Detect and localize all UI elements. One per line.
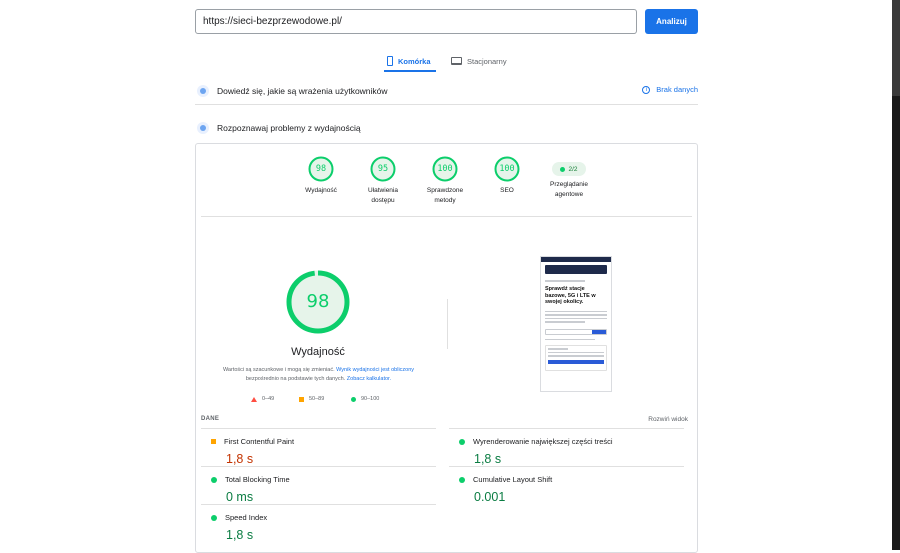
lab-data-section[interactable]: Rozpoznawaj problemy z wydajnością bbox=[195, 114, 698, 142]
page-screenshot-thumbnail: Sprawdź stacje bazowe, 5G i LTE w swojej… bbox=[540, 256, 612, 392]
diagnose-icon bbox=[197, 122, 209, 134]
gauge-score: 95 bbox=[377, 164, 389, 174]
pass-circle-icon bbox=[459, 438, 465, 445]
gauge-label: Sprawdzone metody bbox=[426, 187, 464, 204]
device-tabs: Komórka Stacjonarny bbox=[0, 50, 892, 72]
agentic-value: 2/2 bbox=[568, 165, 578, 173]
pass-circle-icon bbox=[211, 514, 217, 521]
gauge-label: Wydajność bbox=[305, 187, 337, 194]
pass-circle-icon bbox=[351, 396, 356, 402]
thumbnail-heading: Sprawdź stacje bazowe, 5G i LTE w swojej… bbox=[545, 286, 596, 305]
metric-tbt: Total Blocking Time 0 ms bbox=[201, 466, 436, 504]
agentic-pill: 2/2 bbox=[552, 162, 586, 176]
performance-label: Wydajność bbox=[291, 346, 345, 358]
url-input[interactable] bbox=[195, 9, 637, 34]
metric-value: 0.001 bbox=[474, 490, 506, 504]
gauge-label: SEO bbox=[500, 187, 514, 194]
gauge-performance[interactable]: 98 Wydajność bbox=[291, 156, 351, 196]
metric-cls: Cumulative Layout Shift 0.001 bbox=[449, 466, 684, 504]
field-data-title: Dowiedź się, jakie są wrażenia użytkowni… bbox=[217, 85, 388, 96]
no-data-label: Brak danych bbox=[656, 85, 698, 94]
metric-label: Total Blocking Time bbox=[225, 475, 290, 484]
active-tab-indicator bbox=[384, 70, 436, 72]
metric-value: 1,8 s bbox=[226, 452, 254, 466]
url-form: Analizuj bbox=[195, 9, 698, 34]
pass-circle-icon bbox=[459, 476, 465, 483]
tab-mobile[interactable]: Komórka bbox=[387, 50, 431, 72]
legend-average: 50–89 bbox=[299, 396, 324, 402]
category-gauges: 98 Wydajność 95 Ułatwienia dostępu 100 Sp… bbox=[291, 156, 601, 216]
metric-label: First Contentful Paint bbox=[224, 437, 295, 446]
gauge-best-practices[interactable]: 100 Sprawdzone metody bbox=[415, 156, 475, 206]
info-icon: i bbox=[642, 85, 651, 94]
pass-dot-icon bbox=[560, 166, 566, 172]
tab-desktop[interactable]: Stacjonarny bbox=[451, 50, 507, 72]
tab-desktop-label: Stacjonarny bbox=[467, 56, 507, 66]
metric-si: Speed Index 1,8 s bbox=[201, 504, 436, 542]
tab-mobile-label: Komórka bbox=[398, 56, 431, 66]
metric-fcp: First Contentful Paint 1,8 s bbox=[201, 428, 436, 466]
metric-label: Cumulative Layout Shift bbox=[473, 475, 553, 484]
performance-score: 98 bbox=[306, 291, 330, 312]
score-disclaimer: Wartości są szacunkowe i mogą się zmieni… bbox=[222, 367, 415, 382]
field-data-section[interactable]: Dowiedź się, jakie są wrażenia użytkowni… bbox=[195, 77, 698, 105]
smartphone-icon bbox=[387, 56, 393, 66]
no-data-link[interactable]: i Brak danych bbox=[642, 85, 698, 94]
metrics-heading: DANE bbox=[201, 416, 220, 422]
legend-pass: 90–100 bbox=[351, 396, 379, 402]
page-scrollbar[interactable] bbox=[892, 0, 900, 550]
expand-view-toggle[interactable]: Rozwiń widok bbox=[648, 416, 688, 423]
metric-value: 0 ms bbox=[226, 490, 254, 504]
analyze-button[interactable]: Analizuj bbox=[645, 9, 698, 34]
calculator-link[interactable]: Zobacz kalkulator. bbox=[347, 376, 391, 382]
average-square-icon bbox=[299, 396, 304, 402]
average-square-icon bbox=[211, 439, 216, 444]
gauge-seo[interactable]: 100 SEO bbox=[477, 156, 537, 196]
metric-value: 1,8 s bbox=[474, 452, 502, 466]
laptop-icon bbox=[451, 57, 462, 65]
gauge-agentic-browsing[interactable]: 2/2 Przeglądanie agentowe bbox=[539, 156, 599, 200]
pass-circle-icon bbox=[211, 476, 217, 483]
gauge-accessibility[interactable]: 95 Ułatwienia dostępu bbox=[353, 156, 413, 206]
performance-gauge: 98 bbox=[285, 269, 351, 335]
metric-label: Speed Index bbox=[225, 513, 268, 522]
lab-data-title: Rozpoznawaj problemy z wydajnością bbox=[217, 123, 361, 133]
vertical-divider bbox=[447, 299, 448, 349]
score-calculation-link[interactable]: Wynik wydajności jest obliczony bbox=[336, 367, 414, 373]
gauge-score: 100 bbox=[499, 164, 515, 174]
gauge-ring: 100 bbox=[494, 156, 520, 182]
users-icon bbox=[197, 84, 209, 97]
metric-label: Wyrenderowanie największej części treści bbox=[473, 437, 613, 446]
metric-lcp: Wyrenderowanie największej części treści… bbox=[449, 428, 684, 466]
gauge-ring: 98 bbox=[308, 156, 334, 182]
metric-value: 1,8 s bbox=[226, 528, 254, 542]
gauge-ring: 95 bbox=[370, 156, 396, 182]
divider bbox=[201, 216, 692, 217]
gauge-score: 98 bbox=[315, 164, 327, 174]
legend-fail: 0–49 bbox=[251, 396, 274, 402]
report-panel: 98 Wydajność 95 Ułatwienia dostępu 100 Sp… bbox=[195, 143, 698, 553]
score-legend: 0–49 50–89 90–100 bbox=[251, 396, 391, 406]
gauge-label: Ułatwienia dostępu bbox=[368, 187, 398, 204]
gauge-score: 100 bbox=[437, 164, 453, 174]
fail-triangle-icon bbox=[251, 396, 257, 402]
scrollbar-thumb[interactable] bbox=[892, 0, 900, 96]
gauge-ring: 100 bbox=[432, 156, 458, 182]
gauge-label: Przeglądanie agentowe bbox=[550, 181, 588, 198]
